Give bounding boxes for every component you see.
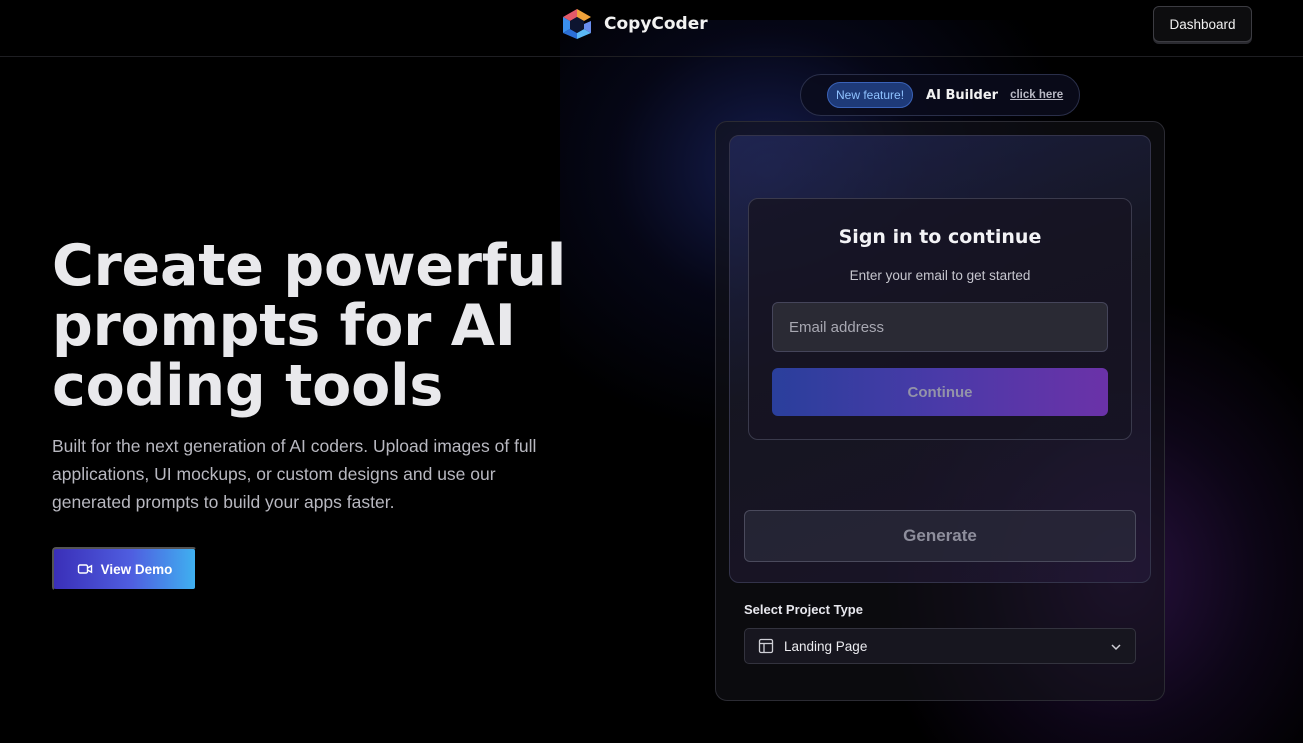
hero-title: Create powerful prompts for AI coding to… (52, 233, 567, 419)
copycoder-logo-icon (563, 9, 591, 39)
email-field[interactable] (772, 302, 1108, 352)
video-camera-icon (77, 564, 92, 574)
dashboard-button[interactable]: Dashboard (1153, 6, 1252, 42)
top-header: CopyCoder Dashboard (0, 0, 1303, 57)
view-demo-button[interactable]: View Demo (52, 547, 197, 591)
signin-title: Sign in to continue (838, 226, 1042, 248)
generate-button[interactable]: Generate (744, 510, 1136, 562)
feature-title: AI Builder (926, 87, 999, 103)
new-feature-pill: New feature! AI Builder click here (800, 74, 1080, 116)
project-type-value: Landing Page (784, 638, 868, 654)
hero-subtitle: Built for the next generation of AI code… (52, 436, 537, 512)
feature-click-here-link[interactable]: click here (1010, 89, 1063, 101)
layout-template-icon (758, 638, 774, 654)
chevron-down-icon (1111, 644, 1121, 651)
project-type-label: Select Project Type (744, 602, 863, 617)
continue-button[interactable]: Continue (772, 368, 1108, 416)
project-type-select[interactable]: Landing Page (744, 628, 1136, 664)
brand-name: CopyCoder (604, 14, 708, 34)
view-demo-label: View Demo (100, 561, 173, 577)
signin-subtitle: Enter your email to get started (849, 268, 1031, 283)
brand[interactable]: CopyCoder (560, 7, 708, 41)
new-feature-badge: New feature! (827, 82, 914, 108)
